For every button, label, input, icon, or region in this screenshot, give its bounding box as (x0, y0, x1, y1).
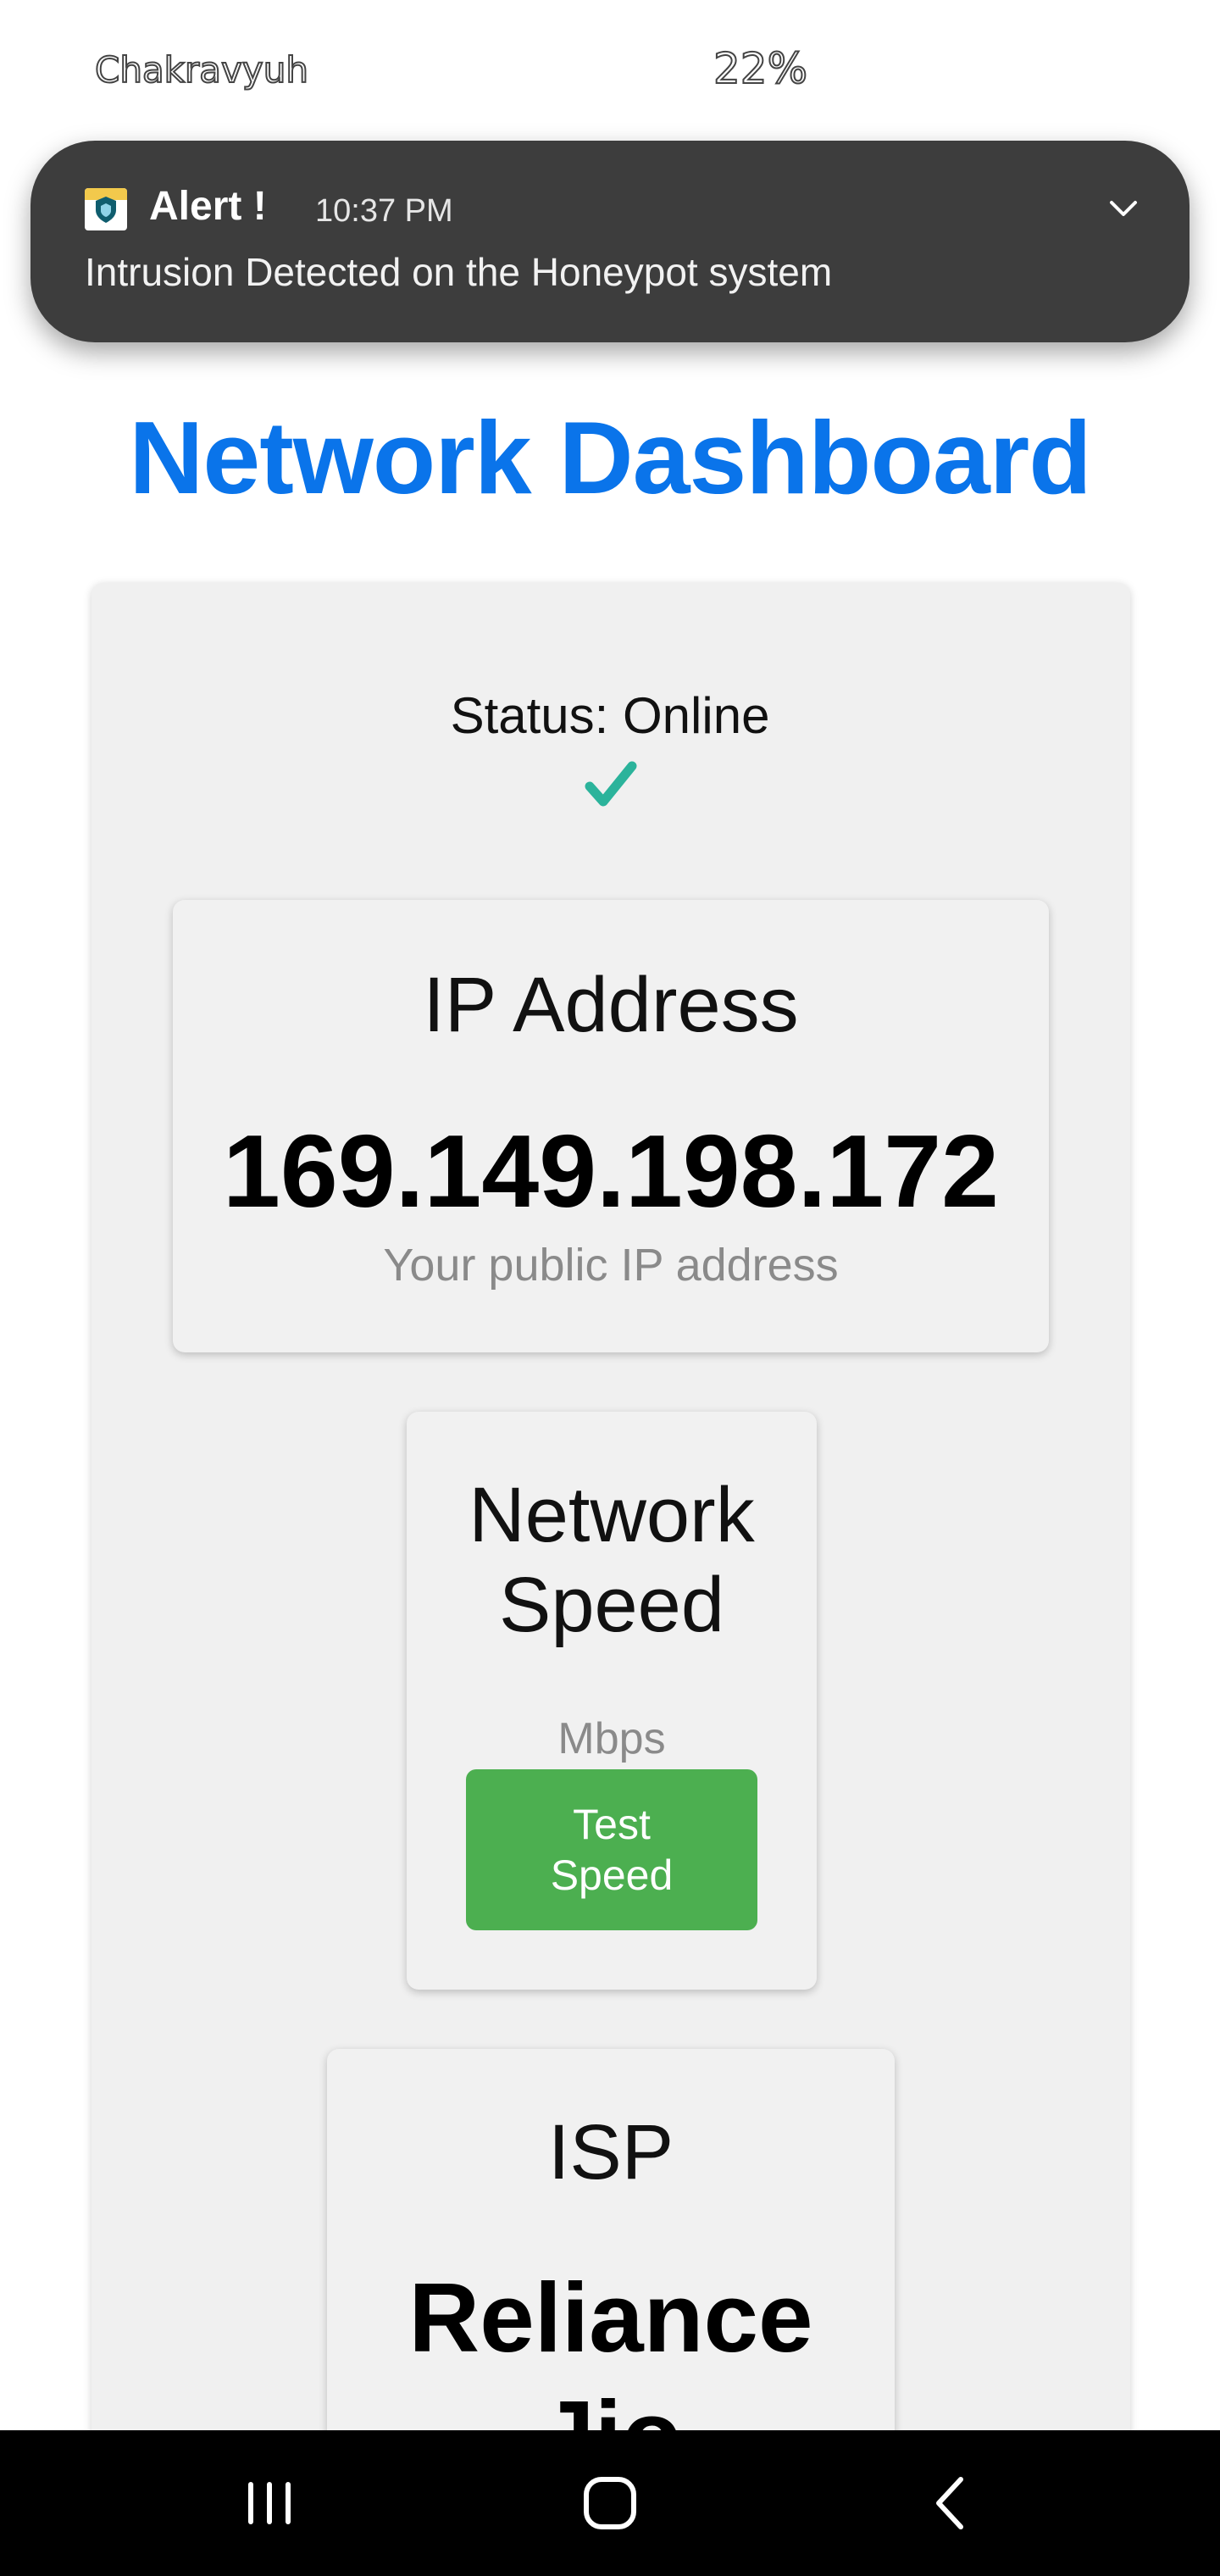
notification-body: Intrusion Detected on the Honeypot syste… (85, 250, 833, 294)
speed-unit: Mbps (557, 1714, 666, 1763)
ip-address-note: Your public IP address (383, 1240, 839, 1291)
notification-time: 10:37 PM (315, 193, 453, 229)
back-icon[interactable] (915, 2468, 986, 2539)
navigation-bar (0, 2430, 1220, 2576)
notification-title: Alert ! (149, 184, 267, 229)
test-speed-button[interactable]: Test Speed (466, 1769, 757, 1930)
speed-card-title: Network Speed (469, 1472, 755, 1648)
alert-notification[interactable]: Alert ! 10:37 PM Intrusion Detected on t… (30, 141, 1190, 342)
status-bar: Chakravyuh 22% (0, 0, 1220, 144)
isp-card-title: ISP (547, 2109, 674, 2196)
chevron-down-icon[interactable] (1105, 190, 1142, 227)
recent-apps-icon[interactable] (234, 2468, 305, 2539)
shield-app-icon (85, 188, 127, 230)
check-icon (585, 761, 637, 807)
status-text: Status: Online (450, 687, 770, 744)
status-bar-label: Chakravyuh (94, 48, 309, 92)
ip-address-value: 169.149.198.172 (223, 1113, 999, 1229)
ip-address-card: IP Address 169.149.198.172 Your public I… (173, 900, 1049, 1352)
app-screen: Chakravyuh 22% Alert ! 10:37 PM Intrusio… (0, 0, 1220, 2576)
network-speed-card: Network Speed Mbps Test Speed (407, 1412, 817, 1990)
home-icon[interactable] (574, 2468, 646, 2539)
page-title: Network Dashboard (129, 400, 1091, 515)
battery-level: 22% (713, 43, 808, 94)
ip-card-title: IP Address (423, 962, 799, 1048)
